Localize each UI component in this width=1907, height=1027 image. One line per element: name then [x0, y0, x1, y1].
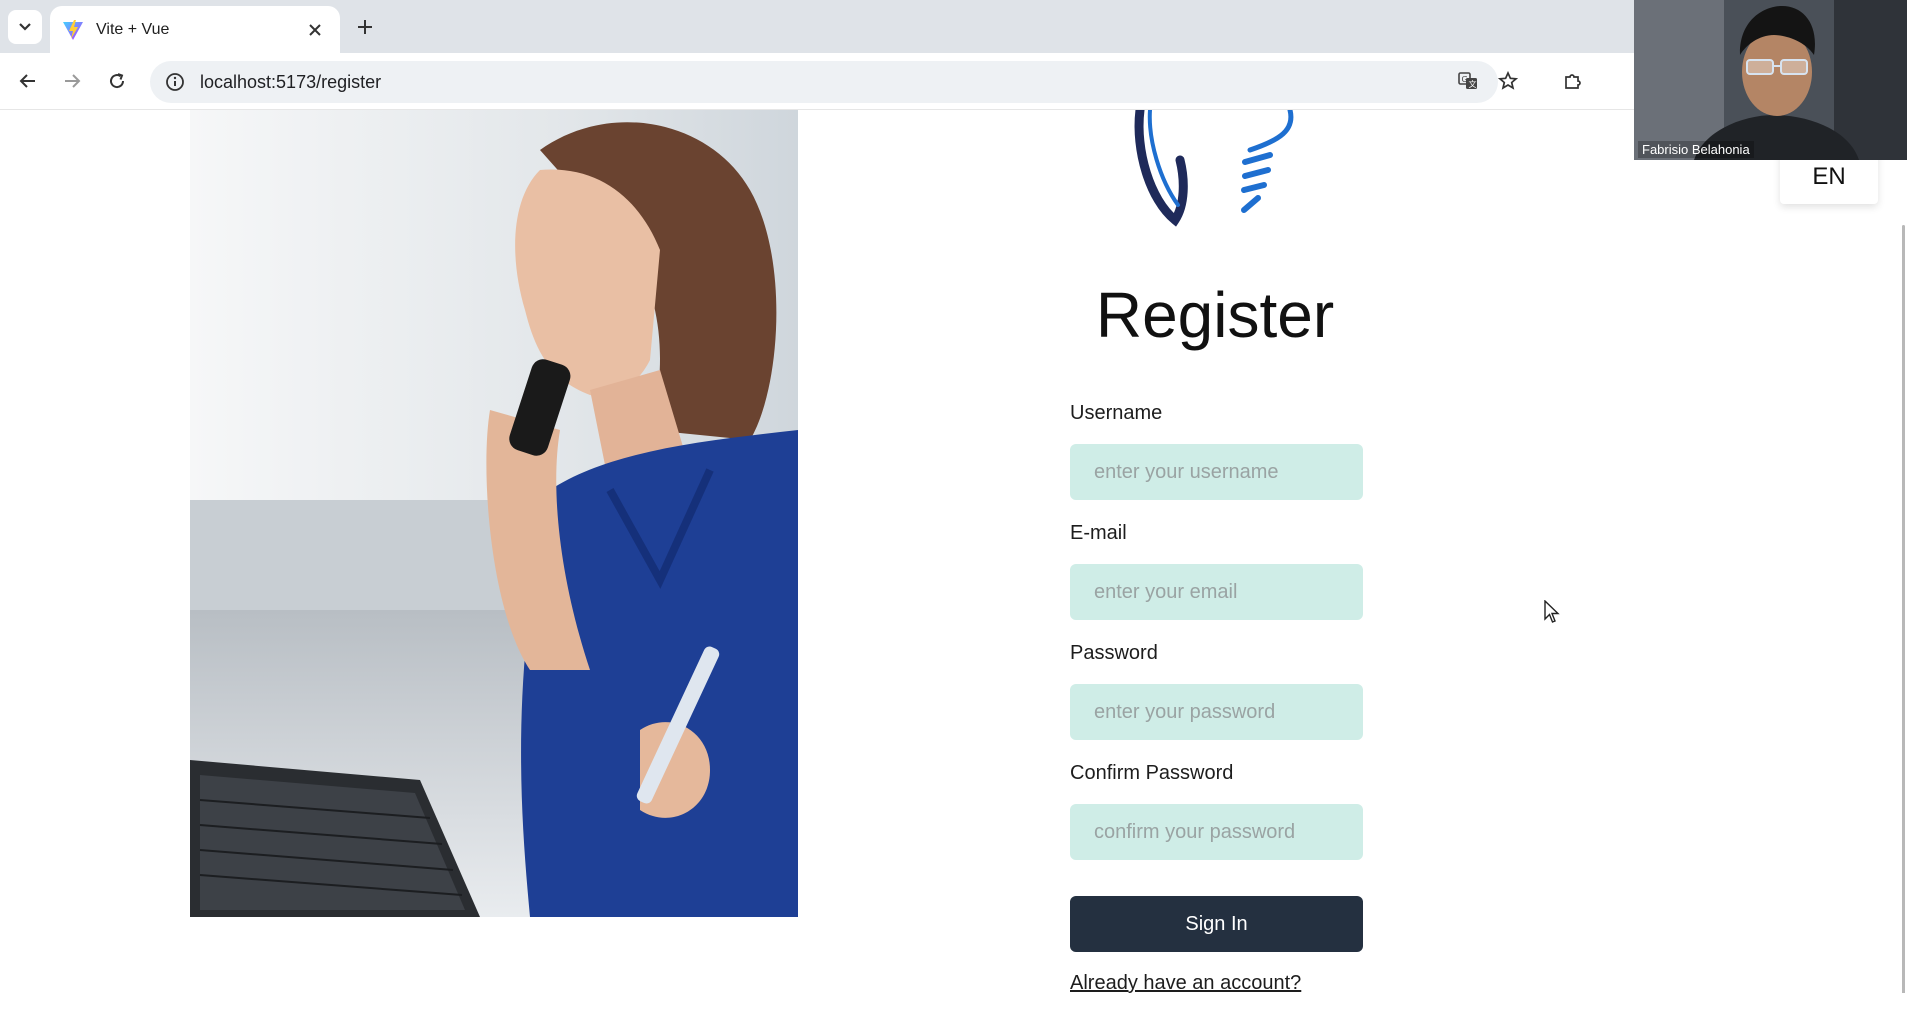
browser-toolbar: localhost:5173/register G文 [0, 53, 1634, 110]
bottom-edge [0, 993, 1907, 1027]
screen: Vite + Vue localhost:5173/register G文 Re… [0, 0, 1907, 1027]
arrow-right-icon [65, 74, 81, 88]
close-icon[interactable] [304, 19, 326, 41]
new-tab-button[interactable] [350, 12, 380, 42]
password-input[interactable] [1070, 684, 1363, 740]
svg-text:G: G [1462, 75, 1468, 84]
participant-name: Fabrisio Belahonia [1638, 141, 1754, 158]
tab-title: Vite + Vue [96, 20, 170, 38]
tooth-logo [1134, 110, 1294, 227]
reload-icon [110, 73, 125, 89]
extensions-button[interactable] [1556, 65, 1588, 97]
forward-button[interactable] [56, 65, 88, 97]
confirm-password-input[interactable] [1070, 804, 1363, 860]
url-text: localhost:5173/register [200, 71, 382, 92]
star-icon [1498, 71, 1518, 90]
email-label: E-mail [1070, 522, 1127, 544]
scrollbar-thumb[interactable] [1902, 225, 1905, 995]
username-input[interactable] [1070, 444, 1363, 500]
svg-text:文: 文 [1469, 79, 1477, 89]
sign-in-button[interactable]: Sign In [1070, 896, 1363, 952]
webcam-overlay: Fabrisio Belahonia [1634, 0, 1907, 160]
puzzle-icon [1565, 74, 1581, 89]
back-button[interactable] [12, 65, 44, 97]
nurse-photo [190, 110, 798, 917]
reload-button[interactable] [101, 65, 133, 97]
register-page: Register Username E-mail Password Confir… [0, 110, 1907, 995]
address-bar[interactable]: localhost:5173/register [150, 61, 1498, 103]
webcam-video [1634, 0, 1907, 160]
translate-button[interactable]: G文 [1452, 65, 1484, 97]
register-form: Username E-mail Password Confirm Passwor… [1070, 400, 1363, 995]
active-tab[interactable]: Vite + Vue [50, 6, 340, 53]
bookmark-button[interactable] [1492, 65, 1524, 97]
already-have-account-link[interactable]: Already have an account? [1070, 972, 1301, 995]
password-label: Password [1070, 642, 1158, 664]
plus-icon [358, 20, 372, 34]
chevron-down-icon [19, 23, 31, 31]
page-title: Register [1095, 279, 1335, 351]
vite-favicon-icon [63, 19, 83, 40]
info-icon[interactable] [164, 71, 186, 93]
tab-search-button[interactable] [8, 10, 42, 44]
arrow-left-icon [19, 74, 35, 88]
username-label: Username [1070, 402, 1163, 424]
mouse-cursor-icon [1544, 600, 1560, 623]
confirm-password-label: Confirm Password [1070, 762, 1234, 784]
translate-icon: G文 [1458, 72, 1477, 89]
browser-tab-strip: Vite + Vue [0, 0, 1634, 53]
email-input[interactable] [1070, 564, 1363, 620]
